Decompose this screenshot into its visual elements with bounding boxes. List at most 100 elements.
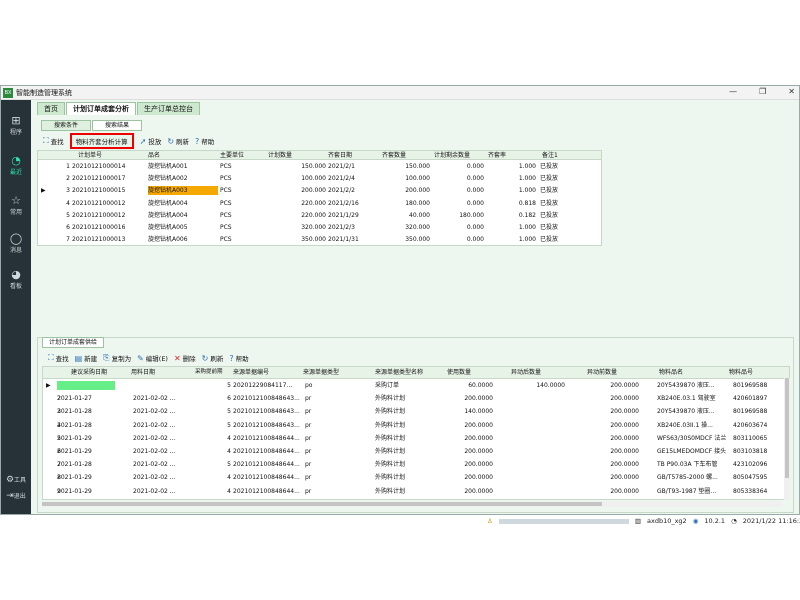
sidebar-item-program[interactable]: ⊞ 程序: [1, 114, 31, 136]
cell-rate: 1.000: [518, 224, 536, 231]
sidebar-item-messages[interactable]: ◯ 消息: [1, 232, 31, 254]
cell-unit: PCS: [220, 236, 232, 244]
exit-icon: ⇥: [6, 491, 14, 501]
chat-icon: ◯: [9, 232, 23, 245]
user-icon: ♙: [487, 517, 493, 525]
star-icon: ☆: [11, 194, 21, 207]
cell-d2: 2021-02-02 ...: [133, 461, 176, 469]
edit-icon: ✎: [137, 353, 144, 363]
cell-d2: 2021-02-02 ...: [133, 474, 176, 482]
new-button[interactable]: ▤ 新建: [75, 353, 98, 364]
vertical-scrollbar[interactable]: [784, 378, 790, 500]
delete-button[interactable]: ✕ 删除: [173, 353, 196, 364]
cell-src: 2021012100848644...: [233, 434, 300, 442]
copy-as-button[interactable]: ⎘ 复制为: [103, 353, 131, 363]
sub-tab-bar: 搜索条件 搜索结果: [41, 120, 143, 131]
help-button[interactable]: ? 帮助: [195, 136, 214, 147]
cell-pno: 420601897: [733, 395, 768, 403]
tab-production-console[interactable]: 生产订单总控台: [137, 102, 200, 115]
kit-analysis-button[interactable]: 物料齐套分析计算: [69, 133, 134, 149]
cell-before: 200.0000: [610, 421, 639, 429]
chart-icon: ◕: [11, 268, 21, 281]
cell-src: 2021012100848643...: [233, 408, 300, 416]
blurred-user: [498, 518, 629, 524]
cell-tname: 外购料计划: [375, 474, 406, 482]
app-window: BX 智能制造管理系统 — ❐ ✕ ⊞ 程序 ◔ 最近 ☆ 常用 ◯ 消息 ◕ 看板 ⚙工…: [0, 85, 800, 525]
minimize-icon[interactable]: —: [729, 87, 737, 96]
cell-rate: 1.000: [518, 175, 536, 183]
cell-name: 旋挖钻机A002: [148, 175, 188, 183]
row-number: 2: [66, 175, 70, 183]
column-header: 计划单号: [78, 152, 103, 159]
refresh-icon: ↻: [167, 136, 175, 146]
cell-rem: 0.000: [466, 175, 484, 183]
cell-lead: 4: [227, 448, 231, 455]
horizontal-scrollbar[interactable]: [42, 501, 782, 507]
cell-unit: PCS: [220, 199, 232, 207]
cell-before: 200.0000: [610, 448, 639, 455]
tab-plan-order-analysis[interactable]: 计划订单成套分析: [66, 102, 136, 115]
find-button[interactable]: ⛶ 查找: [43, 136, 64, 146]
close-icon[interactable]: ✕: [788, 87, 795, 96]
cell-lead: 6: [227, 395, 231, 403]
cell-rem: 0.000: [466, 224, 484, 231]
cell-pno: 801969588: [733, 382, 768, 389]
help-button[interactable]: ? 帮助: [229, 353, 248, 364]
cell-src: 2021012100848644...: [233, 448, 300, 455]
cell-src: 20201229084117...: [233, 382, 293, 389]
column-header: 用料日期: [131, 369, 156, 376]
cell-lead: 4: [227, 487, 231, 495]
binoculars-icon: ⛶: [43, 136, 49, 145]
server-ip: 10.2.1: [704, 517, 726, 525]
cell-lead: 5: [227, 408, 231, 416]
cell-d1: 2021-01-29: [57, 474, 92, 482]
cell-note: 已投放: [540, 224, 559, 231]
cell-d1: 2021-01-28: [57, 408, 92, 416]
sidebar-item-tools[interactable]: ⚙工具: [1, 474, 31, 487]
column-header: 采购提前期: [195, 369, 223, 375]
release-icon: ➚: [139, 136, 147, 146]
subtab-search-results[interactable]: 搜索结果: [92, 120, 143, 131]
cell-type: pr: [305, 474, 312, 482]
cell-qty: 150.000: [301, 163, 326, 170]
cell-unit: PCS: [220, 175, 232, 183]
cell-no: 20210121000013: [72, 236, 126, 244]
cell-kit: 200.000: [405, 187, 430, 195]
cell-before: 200.0000: [610, 395, 639, 403]
column-header: 来源单据类型: [303, 369, 340, 376]
cell-qty: 200.000: [301, 187, 326, 195]
copy-icon: ⎘: [103, 353, 110, 362]
refresh-button[interactable]: ↻ 刷新: [202, 353, 224, 364]
cell-date: 2021/2/16: [328, 199, 359, 207]
refresh-button[interactable]: ↻ 刷新: [167, 136, 189, 147]
sidebar-item-dashboard[interactable]: ◕ 看板: [1, 268, 31, 290]
cell-tname: 外购料计划: [375, 487, 406, 495]
sidebar-item-exit[interactable]: ⇥退出: [1, 490, 31, 503]
find-button[interactable]: ⛶ 查找: [48, 353, 69, 363]
cell-pno: 423102096: [733, 461, 768, 469]
cell-rate: 0.182: [518, 211, 536, 219]
edit-button[interactable]: ✎ 编辑(E): [137, 353, 168, 364]
cell-use: 60.0000: [468, 382, 493, 389]
cell-tname: 采购订单: [375, 382, 400, 389]
tab-home[interactable]: 首页: [37, 102, 65, 115]
cell-src: 2021012100848644...: [233, 487, 300, 495]
cell-pname: XB240E.03.1 驾驶室: [657, 395, 716, 403]
sidebar-item-recent[interactable]: ◔ 最近: [1, 154, 31, 176]
database-icon: ▥: [634, 517, 641, 525]
restore-icon[interactable]: ❐: [759, 87, 766, 96]
cell-rem: 180.000: [459, 211, 484, 219]
cell-d2: 2021-02-02 ...: [133, 487, 176, 495]
cell-d1: 2021-01-29: [57, 448, 92, 455]
cell-pname: GB/T5785-2000 螺...: [657, 474, 718, 482]
cell-use: 200.0000: [464, 448, 493, 455]
cell-name: 旋挖钻机A004: [148, 199, 188, 207]
cell-before: 200.0000: [610, 487, 639, 495]
subtab-search-conditions[interactable]: 搜索条件: [41, 120, 92, 131]
sidebar-item-favorites[interactable]: ☆ 常用: [1, 194, 31, 216]
release-button[interactable]: ➚ 投放: [139, 136, 162, 147]
delete-icon: ✕: [173, 353, 181, 363]
cell-qty: 320.000: [301, 224, 326, 231]
cell-d1: 2021-01-27: [57, 395, 92, 403]
cell-rem: 0.000: [466, 163, 484, 170]
